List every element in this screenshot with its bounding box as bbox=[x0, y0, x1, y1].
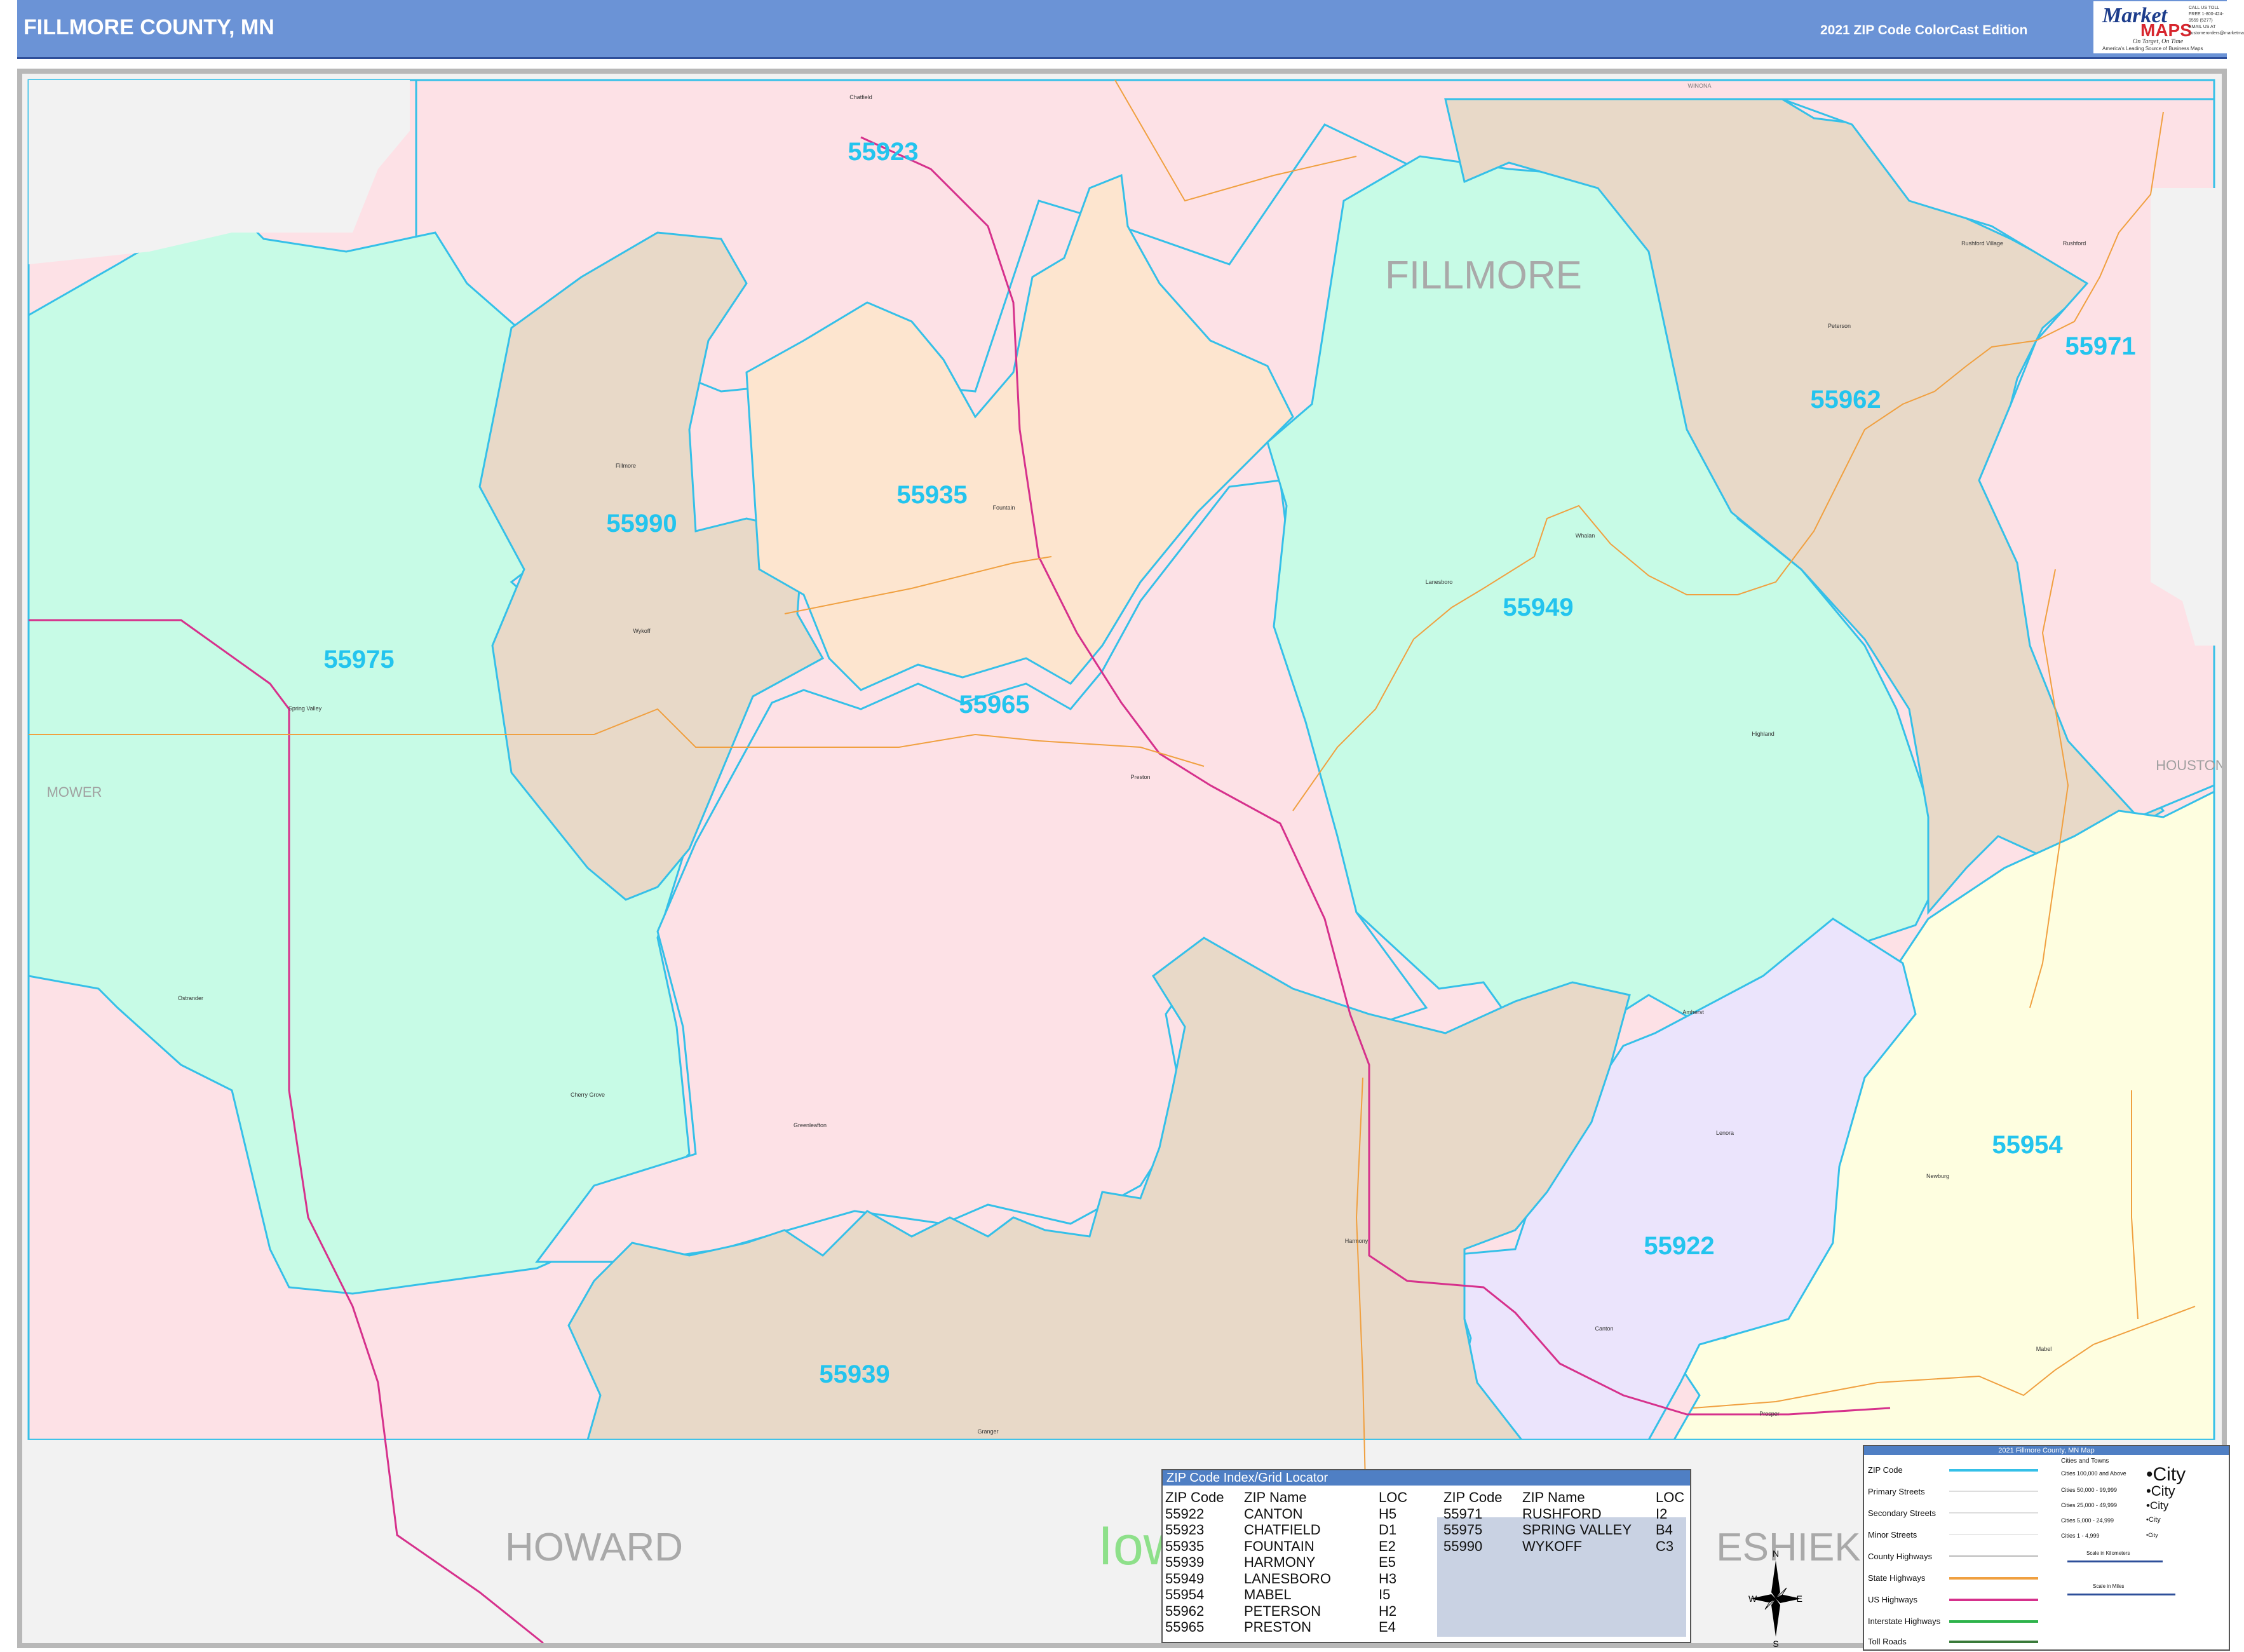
zip-label-55971: 55971 bbox=[2065, 332, 2135, 360]
city-fountain: Fountain bbox=[992, 504, 1015, 511]
zip-label-55965: 55965 bbox=[959, 691, 1029, 719]
city-lanesboro: Lanesboro bbox=[1426, 579, 1453, 585]
city-granger: Granger bbox=[977, 1428, 998, 1435]
city-wykoff: Wykoff bbox=[633, 628, 651, 634]
zip-index-title: ZIP Code Index/Grid Locator bbox=[1163, 1470, 1690, 1486]
legend-city-tier-3: Cities 25,000 - 49,999 bbox=[2061, 1502, 2118, 1508]
legend-title: 2021 Fillmore County, MN Map bbox=[1864, 1446, 2229, 1455]
city-rushford: Rushford bbox=[2063, 240, 2086, 247]
legend-city-symbol-5: •City bbox=[2146, 1532, 2158, 1538]
zip-label-55922: 55922 bbox=[1644, 1232, 1714, 1260]
zip-label-55962: 55962 bbox=[1810, 386, 1881, 414]
zip-label-55990: 55990 bbox=[606, 510, 677, 538]
legend-swatch-interstate bbox=[1949, 1620, 2038, 1623]
legend-secondary-streets: Secondary Streets bbox=[1868, 1508, 1936, 1518]
logo-phone: CALL US TOLL FREE 1-800-424-9559 (5277) … bbox=[2189, 6, 2244, 36]
map-title: FILLMORE COUNTY, MN bbox=[24, 15, 274, 39]
legend-zip-code: ZIP Code bbox=[1868, 1465, 1903, 1475]
index-col-loc-left: LOC H5 D1 E2 E5 H3 I5 H2 E4 bbox=[1379, 1489, 1408, 1635]
legend-cities-title: Cities and Towns bbox=[2061, 1458, 2109, 1465]
map-header: FILLMORE COUNTY, MN 2021 ZIP Code ColorC… bbox=[17, 0, 2244, 59]
city-mabel: Mabel bbox=[2036, 1346, 2052, 1352]
logo-tagline: On Target, On Time bbox=[2133, 38, 2184, 45]
index-col-name-left: ZIP Name CANTON CHATFIELD FOUNTAIN HARMO… bbox=[1244, 1489, 1331, 1635]
logo-subtag: America's Leading Source of Business Map… bbox=[2102, 46, 2203, 51]
city-ostrander: Ostrander bbox=[178, 995, 203, 1001]
zip-label-55935: 55935 bbox=[896, 481, 967, 509]
city-fillmore: Fillmore bbox=[616, 463, 636, 469]
legend-toll-roads: Toll Roads bbox=[1868, 1637, 1907, 1646]
compass-n: N bbox=[1773, 1548, 1779, 1559]
legend-swatch-us bbox=[1949, 1599, 2038, 1601]
county-label-mower: MOWER bbox=[47, 784, 102, 800]
city-cherry-grove: Cherry Grove bbox=[571, 1092, 605, 1098]
legend-swatch-toll bbox=[1949, 1641, 2038, 1643]
city-preston: Preston bbox=[1130, 774, 1150, 780]
legend-swatch-state bbox=[1949, 1577, 2038, 1580]
legend-city-tier-4: Cities 5,000 - 24,999 bbox=[2061, 1517, 2114, 1524]
zip-label-55975: 55975 bbox=[323, 646, 394, 674]
zip-map[interactable]: 55923 55935 55990 55975 55965 55949 5596… bbox=[22, 74, 2222, 1643]
legend-city-symbol-4: •City bbox=[2146, 1516, 2161, 1524]
compass-e: E bbox=[1797, 1594, 1802, 1604]
legend-scale-km-bar bbox=[2067, 1561, 2163, 1562]
legend-city-tier-1: Cities 100,000 and Above bbox=[2061, 1470, 2126, 1477]
compass-rose: N S E W bbox=[1748, 1548, 1802, 1649]
city-greenleafton: Greenleafton bbox=[794, 1122, 827, 1128]
city-canton: Canton bbox=[1595, 1325, 1613, 1332]
legend-city-tier-5: Cities 1 - 4,999 bbox=[2061, 1533, 2100, 1539]
legend-scale-km: Scale in Kilometers bbox=[2086, 1550, 2130, 1556]
city-spring-valley: Spring Valley bbox=[288, 705, 322, 712]
city-rushford-village: Rushford Village bbox=[1961, 240, 2003, 247]
legend-interstate-highways: Interstate Highways bbox=[1868, 1616, 1941, 1626]
compass-w: W bbox=[1748, 1594, 1757, 1604]
zip-label-55949: 55949 bbox=[1503, 593, 1573, 621]
market-maps-logo[interactable]: Market MAPS On Target, On Time America's… bbox=[2093, 1, 2244, 53]
index-col-zip-right: ZIP Code 55971 55975 55990 bbox=[1443, 1489, 1503, 1554]
edition-label: 2021 ZIP Code ColorCast Edition bbox=[1820, 23, 2028, 37]
legend-city-symbol-3: •City bbox=[2146, 1500, 2169, 1512]
city-harmony: Harmony bbox=[1345, 1238, 1369, 1244]
legend-county-highways: County Highways bbox=[1868, 1552, 1933, 1561]
index-col-loc-right: LOC I2 B4 C3 bbox=[1656, 1489, 1685, 1554]
zip-label-55954: 55954 bbox=[1992, 1131, 2063, 1159]
index-col-zip-left: ZIP Code 55922 55923 55935 55939 55949 5… bbox=[1165, 1489, 1224, 1635]
city-whalan: Whalan bbox=[1576, 532, 1595, 539]
legend-scale-mi-bar bbox=[2067, 1594, 2175, 1595]
city-prosper: Prosper bbox=[1759, 1411, 1780, 1417]
city-peterson: Peterson bbox=[1828, 323, 1851, 329]
legend-primary-streets: Primary Streets bbox=[1868, 1487, 1925, 1496]
city-chatfield: Chatfield bbox=[849, 94, 872, 100]
city-amherst: Amherst bbox=[1682, 1009, 1704, 1015]
county-label-houston: HOUSTON bbox=[2156, 757, 2222, 773]
outside-area-east bbox=[2151, 188, 2220, 646]
legend-city-symbol-1: •City bbox=[2146, 1464, 2186, 1485]
city-newburg: Newburg bbox=[1926, 1173, 1949, 1179]
legend-swatch-zip bbox=[1949, 1469, 2038, 1472]
zip-label-55923: 55923 bbox=[848, 138, 918, 166]
legend-swatch-secondary bbox=[1949, 1512, 2038, 1513]
legend-state-highways: State Highways bbox=[1868, 1573, 1926, 1583]
legend-city-symbol-2: •City bbox=[2146, 1483, 2175, 1499]
zip-index-box: ZIP Code Index/Grid Locator ZIP Code 559… bbox=[1161, 1469, 1691, 1643]
county-label-fillmore: FILLMORE bbox=[1385, 254, 1582, 297]
city-highland: Highland bbox=[1752, 731, 1774, 737]
legend-swatch-county bbox=[1949, 1555, 2038, 1557]
county-label-howard: HOWARD bbox=[505, 1526, 683, 1569]
zip-label-55939: 55939 bbox=[819, 1360, 889, 1388]
index-col-name-right: ZIP Name RUSHFORD SPRING VALLEY WYKOFF bbox=[1522, 1489, 1632, 1554]
county-label-winona: WINONA bbox=[1688, 83, 1712, 89]
legend-scale-mi: Scale in Miles bbox=[2093, 1583, 2125, 1589]
legend-swatch-primary bbox=[1949, 1491, 2038, 1492]
map-legend: 2021 Fillmore County, MN Map ZIP Code Pr… bbox=[1863, 1445, 2230, 1651]
legend-minor-streets: Minor Streets bbox=[1868, 1530, 1917, 1540]
legend-us-highways: US Highways bbox=[1868, 1595, 1918, 1604]
legend-city-tier-2: Cities 50,000 - 99,999 bbox=[2061, 1487, 2118, 1493]
city-lenora: Lenora bbox=[1716, 1130, 1734, 1136]
compass-s: S bbox=[1773, 1639, 1778, 1649]
